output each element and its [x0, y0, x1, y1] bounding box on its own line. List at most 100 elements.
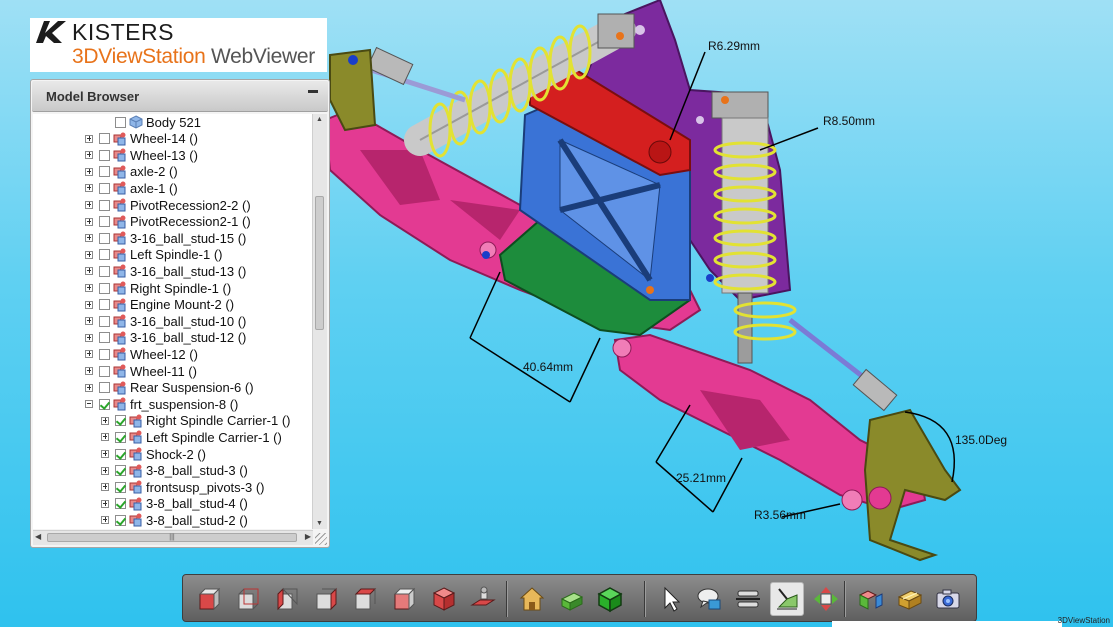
tree-item[interactable]: 3-16_ball_stud-10 ()	[85, 313, 246, 329]
tree-item[interactable]: Left Spindle Carrier-1 ()	[101, 429, 282, 445]
visibility-checkbox[interactable]	[99, 149, 110, 161]
visibility-checkbox[interactable]	[99, 282, 110, 294]
visibility-checkbox[interactable]	[99, 166, 110, 178]
tree-item[interactable]: 3-8_ball_stud-3 ()	[101, 463, 248, 479]
expand-icon[interactable]	[85, 201, 93, 209]
view-bottom-button[interactable]	[388, 582, 422, 616]
visibility-checkbox[interactable]	[99, 182, 110, 194]
visibility-checkbox[interactable]	[99, 398, 110, 410]
scroll-left-icon[interactable]: ◀	[35, 532, 41, 541]
visibility-checkbox[interactable]	[99, 232, 110, 244]
tree-item[interactable]: Right Spindle-1 ()	[85, 280, 231, 296]
view-ground-button[interactable]	[466, 582, 500, 616]
shaded-mode-button[interactable]	[593, 582, 627, 616]
expand-icon[interactable]	[85, 267, 93, 276]
tree-item[interactable]: 3-16_ball_stud-12 ()	[85, 330, 246, 346]
expand-icon[interactable]	[101, 450, 109, 458]
tree-item[interactable]: 3-8_ball_stud-4 ()	[101, 496, 248, 512]
visibility-checkbox[interactable]	[115, 415, 126, 427]
expand-icon[interactable]	[101, 416, 109, 425]
view-top-button[interactable]	[349, 582, 383, 616]
expand-icon[interactable]	[85, 333, 93, 342]
visibility-checkbox[interactable]	[115, 431, 126, 443]
expand-icon[interactable]	[85, 250, 93, 259]
collapse-panel-button[interactable]	[308, 90, 318, 93]
visibility-checkbox[interactable]	[99, 249, 110, 261]
annotation-button[interactable]	[692, 582, 726, 616]
visibility-checkbox[interactable]	[99, 365, 110, 377]
expand-icon[interactable]	[85, 300, 93, 309]
tree-item[interactable]: Left Spindle-1 ()	[85, 247, 223, 263]
expand-icon[interactable]	[85, 167, 93, 176]
visibility-checkbox[interactable]	[99, 299, 110, 311]
expand-icon[interactable]	[101, 483, 109, 492]
visibility-checkbox[interactable]	[99, 199, 110, 211]
visibility-checkbox[interactable]	[115, 465, 126, 477]
expand-icon[interactable]	[101, 433, 109, 442]
tree-item[interactable]: 3-16_ball_stud-13 ()	[85, 263, 246, 279]
view-back-button[interactable]	[232, 582, 266, 616]
tree-item[interactable]: Body 521	[101, 114, 201, 130]
horizontal-scroll-thumb[interactable]: |||	[47, 533, 297, 542]
view-iso-button[interactable]	[427, 582, 461, 616]
visibility-checkbox[interactable]	[99, 216, 110, 228]
visibility-checkbox[interactable]	[115, 514, 126, 526]
scroll-down-icon[interactable]: ▼	[316, 520, 323, 527]
expand-icon[interactable]	[85, 350, 93, 359]
visibility-checkbox[interactable]	[99, 348, 110, 360]
visibility-checkbox[interactable]	[99, 382, 110, 394]
vertical-scroll-thumb[interactable]	[315, 196, 324, 330]
explode-button[interactable]	[853, 582, 887, 616]
expand-icon[interactable]	[85, 151, 93, 160]
view-front-button[interactable]	[193, 582, 227, 616]
home-button[interactable]	[515, 582, 549, 616]
tree-item[interactable]: frt_suspension-8 ()	[85, 396, 238, 412]
tree-item[interactable]: Engine Mount-2 ()	[85, 297, 234, 313]
tree-item[interactable]: Right Spindle Carrier-1 ()	[101, 413, 291, 429]
expand-icon[interactable]	[85, 383, 93, 392]
visibility-checkbox[interactable]	[99, 265, 110, 277]
visibility-checkbox[interactable]	[99, 332, 110, 344]
view-left-button[interactable]	[271, 582, 305, 616]
expand-icon[interactable]	[101, 499, 109, 508]
select-button[interactable]	[653, 582, 687, 616]
view-right-button[interactable]	[310, 582, 344, 616]
vertical-scrollbar[interactable]: ▲ ▼	[312, 114, 327, 529]
tree-item[interactable]: Shock-2 ()	[101, 446, 206, 462]
scroll-up-icon[interactable]: ▲	[316, 116, 323, 123]
visibility-checkbox[interactable]	[115, 116, 126, 128]
tree-item[interactable]: PivotRecession2-2 ()	[85, 197, 251, 213]
expand-icon[interactable]	[85, 284, 93, 292]
tree-item[interactable]: Wheel-12 ()	[85, 346, 198, 362]
tree-item[interactable]: Rear Suspension-6 ()	[85, 380, 254, 396]
collapse-icon[interactable]	[85, 400, 93, 409]
expand-icon[interactable]	[85, 184, 93, 193]
tree-item[interactable]: Wheel-11 ()	[85, 363, 197, 379]
section-button[interactable]	[731, 582, 765, 616]
screenshot-button[interactable]	[931, 582, 965, 616]
fit-all-button[interactable]	[554, 582, 588, 616]
tree-item[interactable]: axle-1 ()	[85, 180, 178, 196]
expand-icon[interactable]	[85, 217, 93, 226]
tree-item[interactable]: 3-8_ball_stud-2 ()	[101, 512, 248, 528]
measure-button[interactable]	[770, 582, 804, 616]
tree-item[interactable]: frontsusp_pivots-3 ()	[101, 479, 265, 495]
expand-icon[interactable]	[85, 134, 93, 143]
tree-item[interactable]: Wheel-13 ()	[85, 147, 198, 163]
tree-item[interactable]: Wheel-14 ()	[85, 131, 198, 147]
visibility-checkbox[interactable]	[99, 133, 110, 145]
visibility-checkbox[interactable]	[115, 448, 126, 460]
resize-grip-icon[interactable]	[315, 533, 327, 545]
horizontal-scrollbar[interactable]: ◀ ||| ▶	[33, 530, 313, 545]
expand-icon[interactable]	[85, 367, 93, 375]
visibility-checkbox[interactable]	[115, 498, 126, 510]
move-part-button[interactable]	[809, 582, 843, 616]
expand-icon[interactable]	[85, 317, 93, 326]
scroll-right-icon[interactable]: ▶	[305, 532, 311, 541]
tree-item[interactable]: PivotRecession2-1 ()	[85, 214, 251, 230]
visibility-checkbox[interactable]	[115, 481, 126, 493]
visibility-checkbox[interactable]	[99, 315, 110, 327]
expand-icon[interactable]	[85, 234, 93, 243]
material-button[interactable]	[892, 582, 926, 616]
expand-icon[interactable]	[101, 466, 109, 475]
